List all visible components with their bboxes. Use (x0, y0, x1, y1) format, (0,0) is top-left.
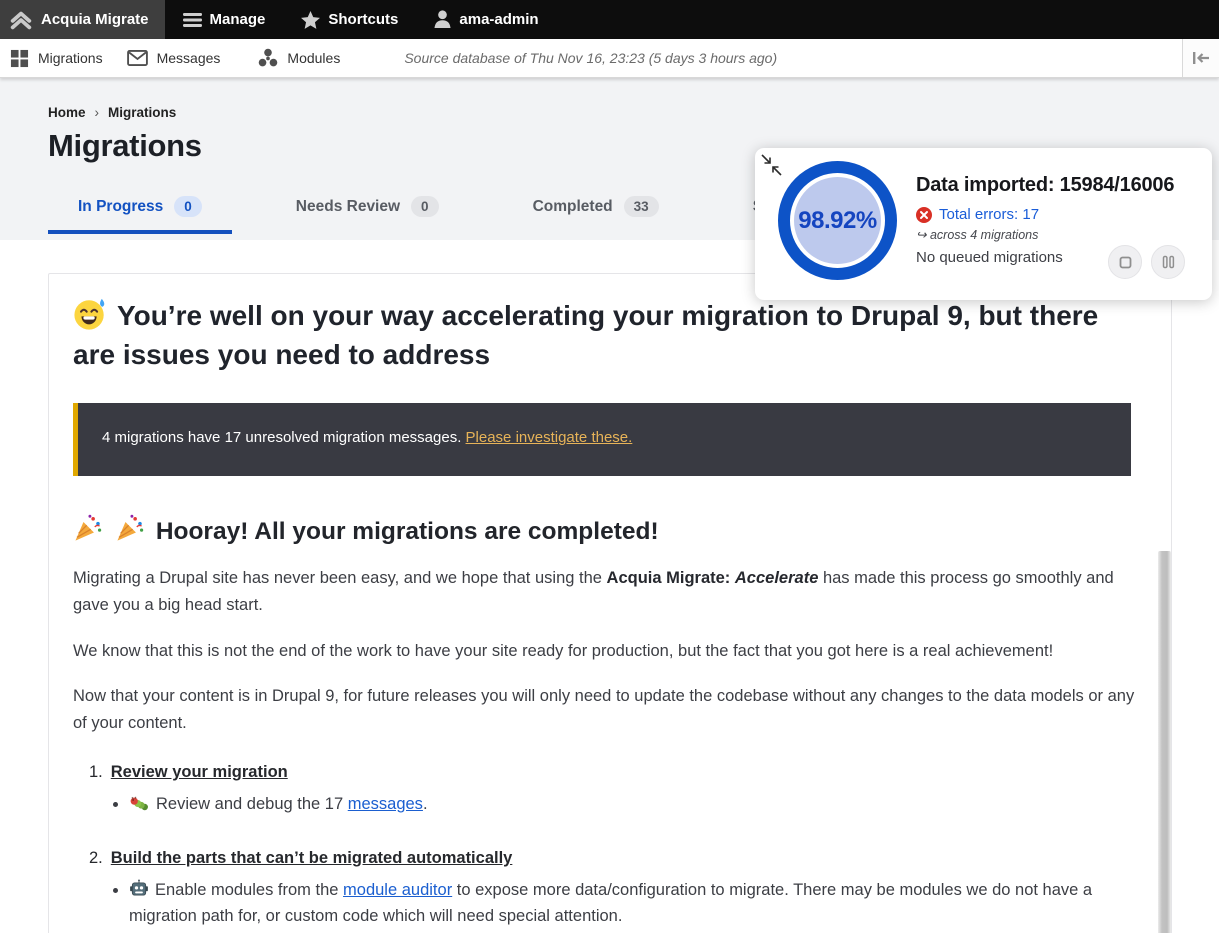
step-title: Build the parts that can’t be migrated a… (111, 849, 513, 868)
breadcrumb-separator: › (95, 105, 100, 120)
step-number: 1. (89, 763, 103, 782)
errors-scope-text: across 4 migrations (930, 228, 1038, 242)
grid-icon (10, 49, 29, 68)
party-popper-emoji-icon (115, 514, 144, 543)
product-name-italic: Accelerate (735, 569, 818, 587)
hamburger-icon (183, 12, 202, 28)
tab-label: Needs Review (296, 198, 400, 216)
hooray-heading: Hooray! All your migrations are complete… (73, 514, 1143, 546)
intro-heading: You’re well on your way accelerating you… (73, 297, 1138, 374)
breadcrumb-home-link[interactable]: Home (48, 105, 86, 120)
list-item: Review and debug the 17 messages. (129, 791, 1119, 817)
admin-item-manage[interactable]: Manage (165, 0, 284, 39)
arrow-nw-icon (770, 164, 783, 177)
tab-count-badge: 33 (624, 196, 659, 217)
source-database-note: Source database of Thu Nov 16, 23:23 (5 … (404, 50, 777, 66)
migration-progress-panel: 98.92% Data imported: 15984/16006 Total … (755, 148, 1212, 300)
party-popper-emoji-icon (73, 514, 102, 543)
acquia-migrate-brand[interactable]: Acquia Migrate (0, 0, 165, 39)
list-text: Enable modules from the (155, 881, 343, 899)
brand-label: Acquia Migrate (41, 11, 149, 28)
investigate-link[interactable]: Please investigate these. (466, 429, 633, 446)
hook-arrow-icon: ↪ (916, 228, 926, 242)
paragraph-text: Migrating a Drupal site has never been e… (73, 569, 607, 587)
content-card: You’re well on your way accelerating you… (48, 273, 1172, 933)
progress-ring: 98.92% (778, 161, 897, 280)
progress-percent: 98.92% (798, 207, 876, 235)
collapse-left-icon (1192, 51, 1210, 65)
tab-count-badge: 0 (411, 196, 439, 217)
panel-resize-handle[interactable] (760, 153, 783, 177)
robot-emoji-icon (129, 879, 149, 899)
warning-alert: 4 migrations have 17 unresolved migratio… (73, 403, 1131, 476)
total-errors-link[interactable]: Total errors: 17 (939, 206, 1039, 223)
tab-label: Completed (533, 198, 613, 216)
breadcrumb: Home › Migrations (48, 105, 1219, 120)
step-review-migration: 1. Review your migration Review and debu… (89, 763, 1143, 817)
admin-item-label: Shortcuts (328, 11, 398, 28)
stop-button[interactable] (1108, 245, 1142, 279)
paragraph-3: Now that your content is in Drupal 9, fo… (73, 683, 1135, 736)
next-steps-list: 1. Review your migration Review and debu… (73, 763, 1143, 933)
content-scrollbar[interactable] (1158, 551, 1171, 933)
admin-bar: Acquia Migrate Manage Shortcuts ama-admi… (0, 0, 1219, 39)
alert-text: 4 migrations have 17 unresolved migratio… (102, 429, 461, 446)
module-auditor-link[interactable]: module auditor (343, 881, 452, 899)
tab-needs-review[interactable]: Needs Review 0 (266, 187, 469, 234)
admin-item-label: Manage (210, 11, 266, 28)
sweat-smile-emoji-icon (73, 297, 107, 331)
errors-scope: ↪ across 4 migrations (916, 227, 1174, 242)
admin-item-user[interactable]: ama-admin (416, 0, 556, 39)
toolbar-item-label: Modules (287, 50, 340, 66)
data-imported-title: Data imported: 15984/16006 (916, 174, 1174, 197)
toolbar: Migrations Messages Modules Source datab… (0, 39, 1219, 78)
modules-icon (258, 48, 278, 68)
toolbar-item-messages[interactable]: Messages (117, 50, 235, 66)
step-build-parts: 2. Build the parts that can’t be migrate… (89, 849, 1143, 933)
error-icon (916, 207, 932, 223)
intro-heading-text: You’re well on your way accelerating you… (73, 300, 1098, 370)
pause-icon (1162, 255, 1175, 269)
breadcrumb-current: Migrations (108, 105, 176, 120)
list-text: Review and debug the 17 (156, 795, 348, 813)
user-icon (434, 10, 451, 29)
paragraph-2: We know that this is not the end of the … (73, 638, 1135, 665)
toolbar-collapse-button[interactable] (1182, 39, 1219, 77)
toolbar-item-label: Migrations (38, 50, 103, 66)
step-number: 2. (89, 849, 103, 868)
tab-completed[interactable]: Completed 33 (503, 187, 689, 234)
acquia-logo-icon (8, 7, 34, 33)
toolbar-item-migrations[interactable]: Migrations (0, 49, 117, 68)
admin-item-shortcuts[interactable]: Shortcuts (283, 0, 416, 39)
tab-count-badge: 0 (174, 196, 202, 217)
messages-link[interactable]: messages (348, 795, 423, 813)
step-title: Review your migration (111, 763, 288, 782)
bug-emoji-icon (129, 794, 150, 813)
hooray-heading-text: Hooray! All your migrations are complete… (156, 518, 659, 545)
main-content: You’re well on your way accelerating you… (0, 273, 1219, 933)
paragraph-1: Migrating a Drupal site has never been e… (73, 565, 1135, 618)
list-item: Enable modules from the module auditor t… (129, 877, 1119, 929)
list-text: . (423, 795, 428, 813)
pause-button[interactable] (1151, 245, 1185, 279)
stop-icon (1119, 256, 1132, 269)
tab-label: In Progress (78, 198, 163, 216)
tab-in-progress[interactable]: In Progress 0 (48, 187, 232, 234)
toolbar-item-label: Messages (157, 50, 221, 66)
star-icon (301, 11, 320, 29)
toolbar-item-modules[interactable]: Modules (248, 48, 354, 68)
envelope-icon (127, 50, 148, 66)
admin-item-label: ama-admin (459, 11, 538, 28)
product-name-bold: Acquia Migrate: (607, 569, 735, 587)
